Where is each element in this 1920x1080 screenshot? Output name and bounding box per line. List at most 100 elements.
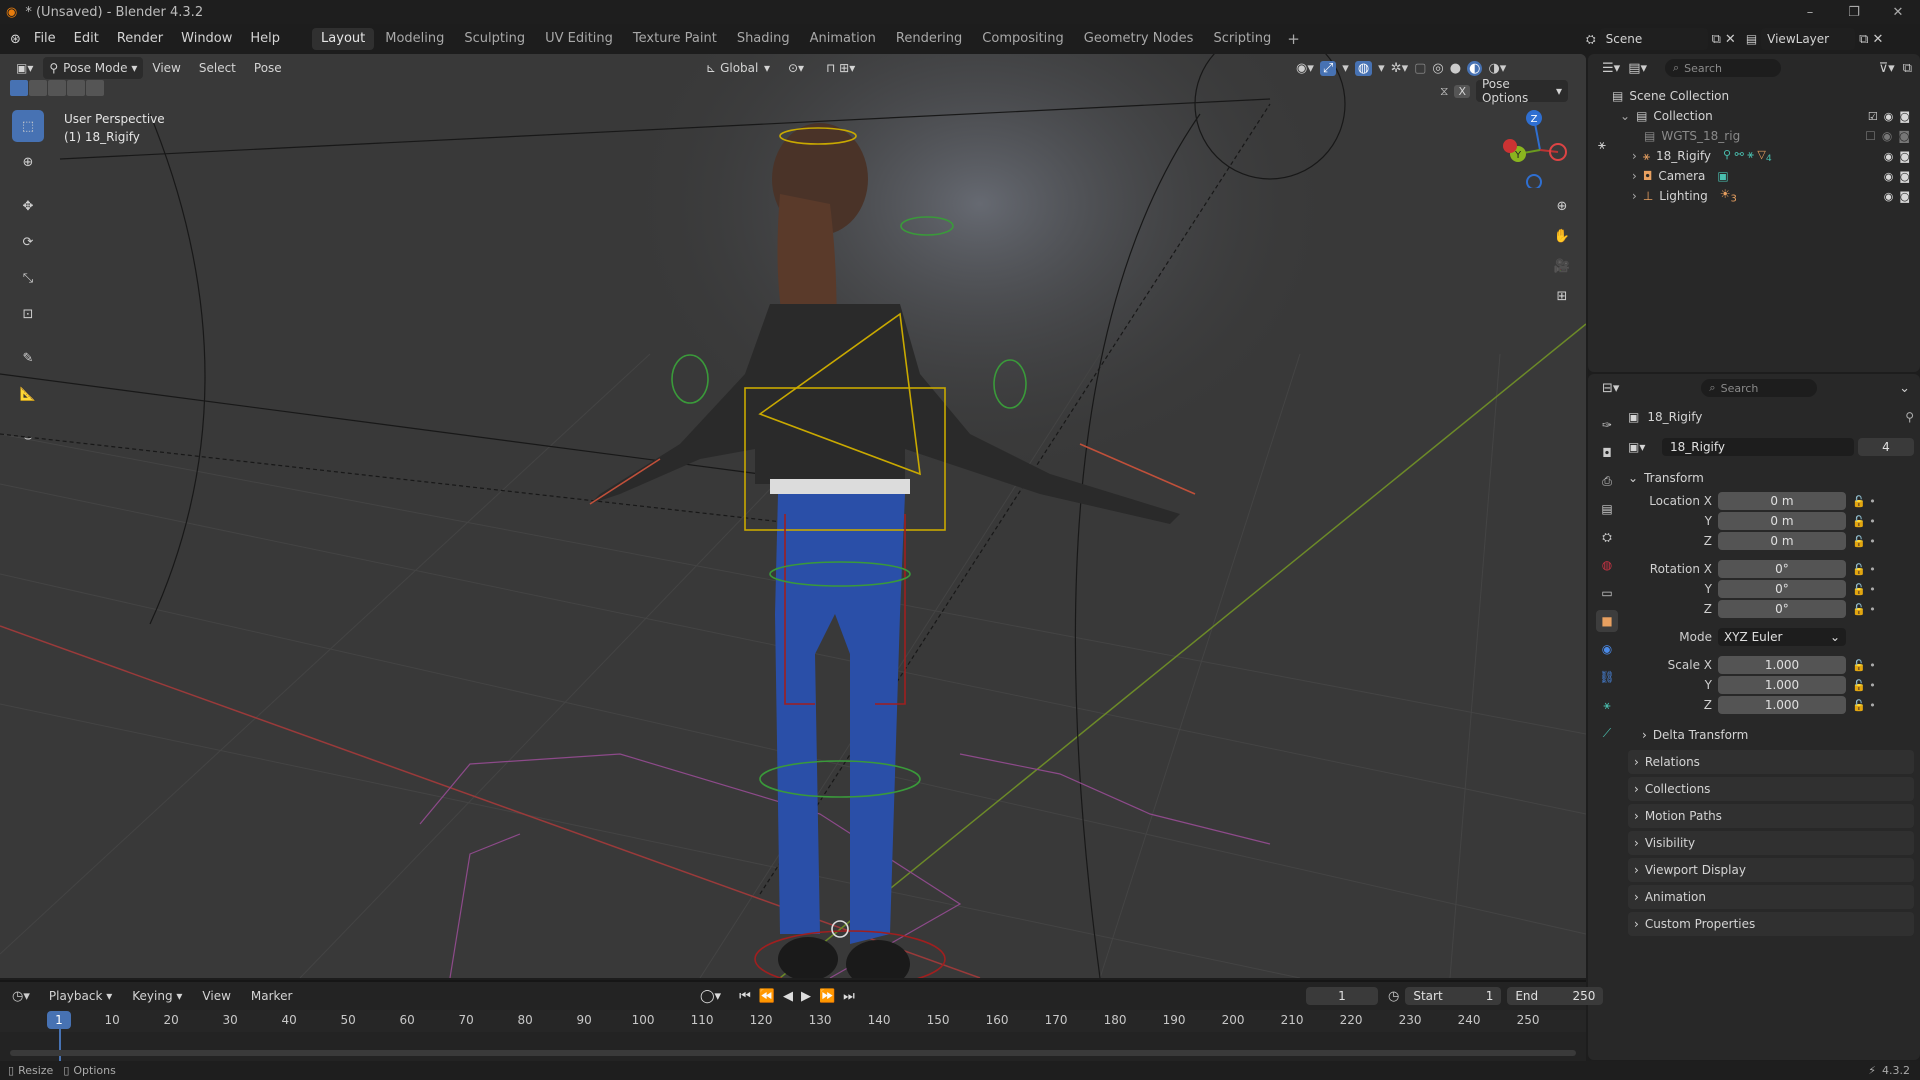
navigation-gizmo[interactable]: Z Y — [1500, 108, 1580, 188]
lock-icon[interactable]: 🔓 • — [1852, 603, 1914, 616]
prev-keyframe-icon[interactable]: ⏪ — [759, 989, 775, 1004]
rotation-z-field[interactable]: 0° — [1718, 600, 1846, 618]
outliner-editor-icon[interactable]: ☰▾ — [1602, 61, 1620, 76]
location-x-field[interactable]: 0 m — [1718, 492, 1846, 510]
editor-type-button[interactable]: ▣▾ — [10, 57, 39, 79]
play-icon[interactable]: ▶ — [801, 989, 811, 1004]
lock-icon[interactable]: 🔓 • — [1852, 495, 1914, 508]
xray-toggle-icon[interactable]: ▢ — [1414, 61, 1426, 76]
world-tab-icon[interactable]: ◍ — [1596, 554, 1618, 576]
current-frame-field[interactable]: 1 — [1306, 987, 1378, 1005]
view-layer-tab-icon[interactable]: ▤ — [1596, 498, 1618, 520]
outliner-row-rigify[interactable]: › ⚹ 18_Rigify ⚲ ⚯ ⚹ ▽4 ◉ ◙ — [1612, 146, 1920, 166]
constraints-tab-icon[interactable]: ⛓ — [1596, 666, 1618, 688]
render-camera-icon[interactable]: ◙ — [1899, 110, 1910, 123]
blender-menu-icon[interactable]: ⊛ — [10, 32, 21, 47]
collection-tab-icon[interactable]: ▭ — [1596, 582, 1618, 604]
menu-playback[interactable]: Playback ▾ — [40, 985, 121, 1007]
properties-editor-icon[interactable]: ⊟▾ — [1602, 381, 1619, 396]
eye-icon[interactable]: ◉ — [1884, 170, 1894, 183]
tab-layout[interactable]: Layout — [312, 28, 375, 50]
outliner-row-wgts[interactable]: ▤ WGTS_18_rig ☐ ◉ ◙ — [1612, 126, 1920, 146]
pin-icon[interactable]: ⚲ — [1905, 410, 1914, 424]
physics-tab-icon[interactable]: ◉ — [1596, 638, 1618, 660]
3d-viewport[interactable] — [0, 54, 1586, 978]
bone-tab-icon[interactable]: ⟋ — [1596, 722, 1618, 744]
wireframe-shading-icon[interactable]: ◎ — [1432, 61, 1443, 76]
menu-help[interactable]: Help — [241, 24, 289, 54]
outliner-row-lighting[interactable]: › ⊥ Lighting ☀3 ◉ ◙ — [1612, 186, 1920, 206]
transform-panel-header[interactable]: ⌄ Transform — [1628, 466, 1914, 490]
panel-relations[interactable]: › Relations — [1628, 750, 1914, 774]
visibility-icon[interactable]: ◉▾ — [1296, 61, 1314, 76]
close-button[interactable]: ✕ — [1876, 0, 1920, 24]
rotation-y-field[interactable]: 0° — [1718, 580, 1846, 598]
eye-icon[interactable]: ◉ — [1882, 129, 1892, 143]
location-z-field[interactable]: 0 m — [1718, 532, 1846, 550]
tab-rendering[interactable]: Rendering — [887, 28, 971, 50]
lock-icon[interactable]: 🔓 • — [1852, 535, 1914, 548]
properties-search-input[interactable]: ⌕ Search — [1701, 379, 1818, 397]
lock-icon[interactable]: 🔓 • — [1852, 563, 1914, 576]
view-layer-icon[interactable]: ▤ — [1746, 32, 1757, 46]
snapping-button[interactable]: ⊓ ⊞▾ — [820, 57, 870, 79]
jump-start-icon[interactable]: ⏮ — [739, 989, 751, 1004]
menu-edit[interactable]: Edit — [65, 24, 108, 54]
clock-icon[interactable]: ◷ — [1388, 989, 1399, 1004]
scale-x-field[interactable]: 1.000 — [1718, 656, 1846, 674]
scene-tab-icon[interactable]: ⛭ — [1596, 526, 1618, 548]
start-frame-field[interactable]: Start 1 — [1405, 987, 1502, 1005]
exclude-checkbox[interactable]: ☐ — [1865, 129, 1876, 143]
rotation-mode-select[interactable]: XYZ Euler ⌄ — [1718, 628, 1846, 646]
output-tab-icon[interactable]: ⎙ — [1596, 470, 1618, 492]
outliner-row-scene-collection[interactable]: ▤ Scene Collection — [1612, 86, 1920, 106]
rendered-shading-icon[interactable]: ◑▾ — [1488, 61, 1506, 76]
menu-view[interactable]: View — [143, 57, 189, 79]
play-reverse-icon[interactable]: ◀ — [783, 989, 793, 1004]
render-tab-icon[interactable]: ◘ — [1596, 442, 1618, 464]
render-camera-icon[interactable]: ◙ — [1899, 150, 1910, 163]
timeline-scrollbar[interactable] — [10, 1050, 1576, 1056]
outliner-row-camera[interactable]: › ◘ Camera ▣ ◉ ◙ — [1612, 166, 1920, 186]
transform-tool[interactable]: ⊡ — [12, 298, 44, 330]
eye-icon[interactable]: ◉ — [1884, 190, 1894, 203]
jump-end-icon[interactable]: ⏭ — [843, 989, 855, 1004]
auto-key-icon[interactable]: ◯▾ — [700, 989, 721, 1004]
new-collection-icon[interactable]: ⧉ — [1903, 61, 1912, 76]
exclude-checkbox[interactable]: ☑ — [1868, 110, 1878, 123]
zoom-icon[interactable]: ⊕ — [1548, 192, 1576, 220]
tab-texture-paint[interactable]: Texture Paint — [624, 28, 726, 50]
panel-visibility[interactable]: › Visibility — [1628, 831, 1914, 855]
armature-data-tab-icon[interactable]: ⚹ — [1596, 694, 1618, 716]
cursor-tool[interactable]: ⊕ — [12, 146, 44, 178]
annotate-tool[interactable]: ✎ — [12, 342, 44, 374]
location-y-field[interactable]: 0 m — [1718, 512, 1846, 530]
eye-icon[interactable]: ◉ — [1884, 150, 1894, 163]
move-tool[interactable]: ✥ — [12, 190, 44, 222]
frame-ruler[interactable]: 1 10 20 30 40 50 60 70 80 90 100 110 120 130 140 150 16… — [0, 1010, 1586, 1065]
outliner-search-input[interactable]: ⌕ Search — [1665, 59, 1781, 77]
render-camera-icon[interactable]: ◙ — [1899, 190, 1910, 203]
object-name-field[interactable]: 18_Rigify — [1662, 438, 1854, 456]
panel-animation[interactable]: › Animation — [1628, 885, 1914, 909]
new-view-layer-icon[interactable]: ⧉ — [1859, 32, 1868, 47]
scale-tool[interactable]: ⤡ — [12, 262, 44, 294]
scene-selector[interactable]: Scene — [1599, 28, 1708, 50]
solid-shading-icon[interactable]: ● — [1450, 61, 1461, 76]
bone-size-tool[interactable]: ⌣ — [12, 422, 44, 454]
view-layer-selector[interactable]: ViewLayer — [1761, 28, 1856, 50]
tab-sculpting[interactable]: Sculpting — [455, 28, 534, 50]
pose-options-button[interactable]: Pose Options ▾ — [1475, 77, 1568, 105]
tab-uv-editing[interactable]: UV Editing — [536, 28, 622, 50]
panel-custom-properties[interactable]: › Custom Properties — [1628, 912, 1914, 936]
bone-overlay-icon[interactable]: ✲▾ — [1391, 61, 1408, 76]
lock-icon[interactable]: 🔓 • — [1852, 699, 1914, 712]
viewport-scene[interactable] — [0, 54, 1586, 978]
users-count-field[interactable]: 4 — [1858, 438, 1914, 456]
tab-shading[interactable]: Shading — [728, 28, 799, 50]
select-box-tool[interactable]: ⬚ — [12, 110, 44, 142]
delta-transform-header[interactable]: › Delta Transform — [1628, 724, 1914, 746]
measure-tool[interactable]: 📐 — [12, 378, 44, 410]
outliner-filter-side-icon[interactable]: ⚹ — [1598, 138, 1606, 153]
delete-view-layer-icon[interactable]: ✕ — [1872, 32, 1883, 47]
